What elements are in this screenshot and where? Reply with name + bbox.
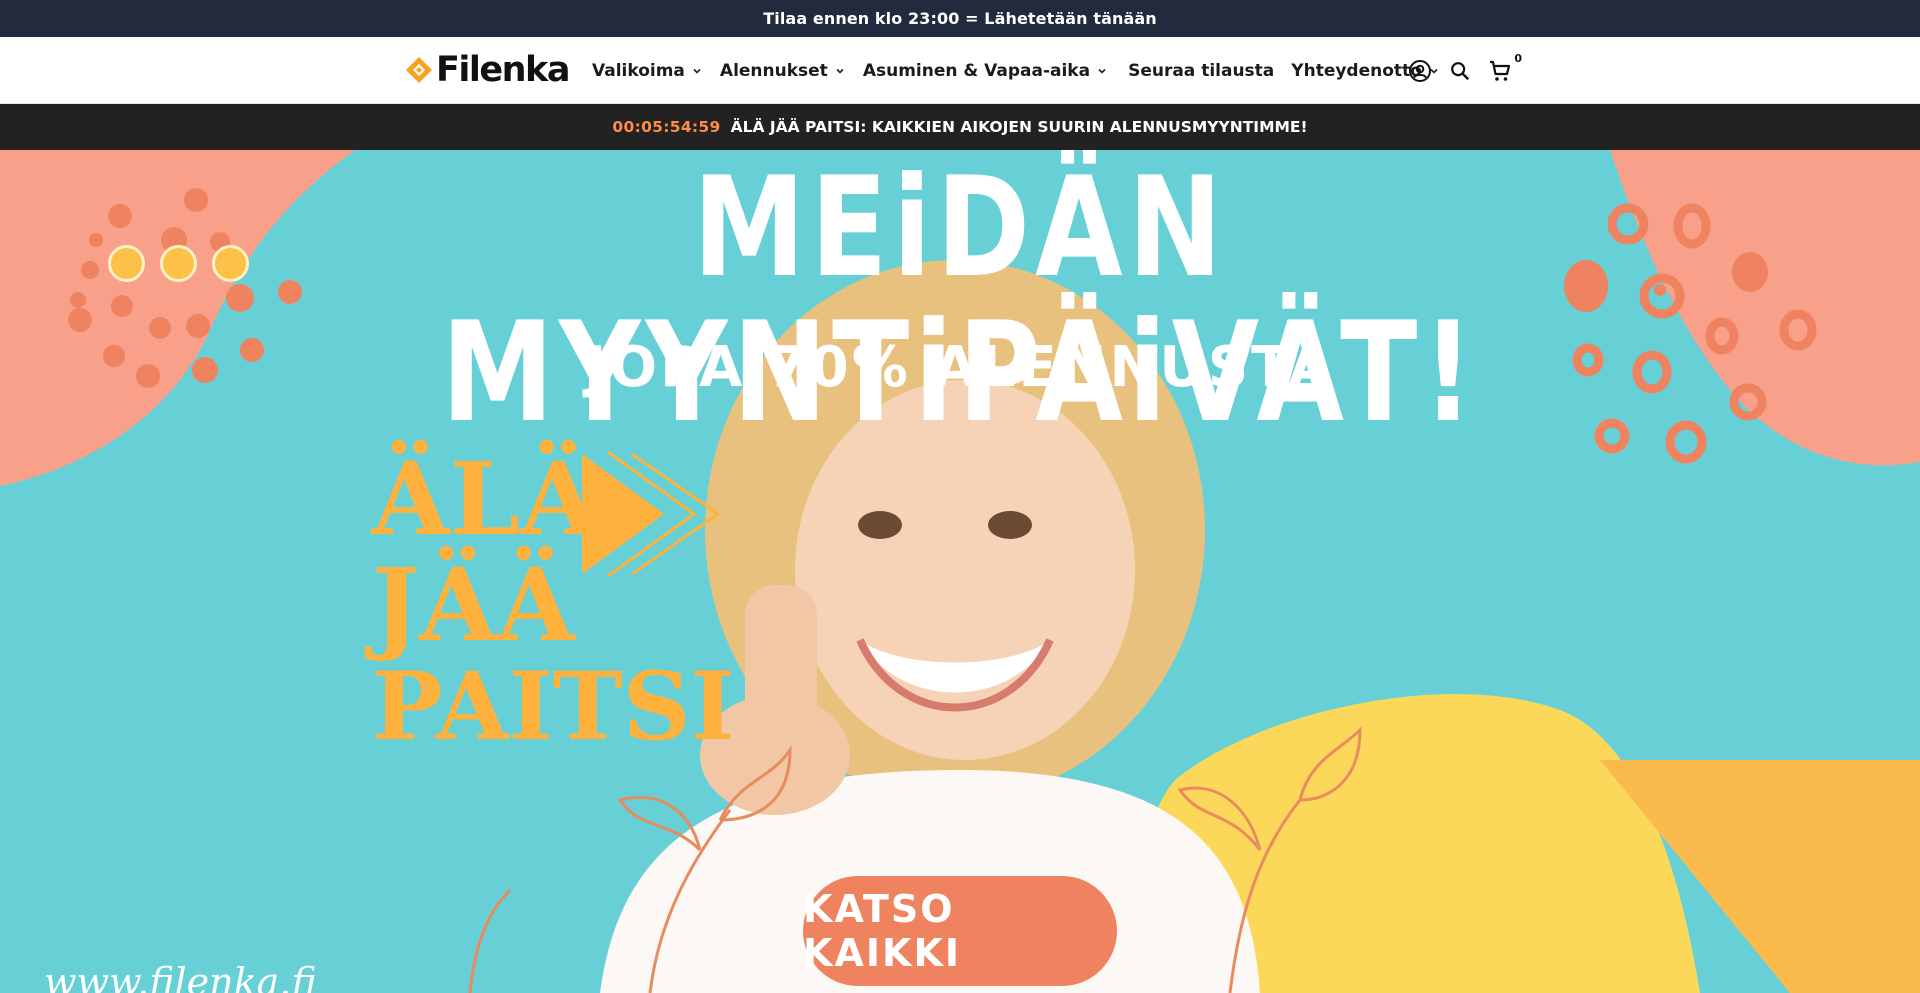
- cart-button[interactable]: 0: [1486, 52, 1522, 85]
- announcement-bar: Tilaa ennen klo 23:00 = Lähetetään tänää…: [0, 0, 1920, 37]
- view-all-button[interactable]: KATSO KAIKKI: [803, 876, 1117, 986]
- nav-label: Alennukset: [719, 60, 828, 81]
- header-tools: 0: [1406, 37, 1522, 104]
- chevron-down-icon: [836, 68, 844, 74]
- site-header: Filenka Valikoima Alennukset Asuminen & …: [0, 37, 1920, 104]
- nav-label: Yhteydenotto: [1291, 60, 1422, 81]
- nav-label: Seuraa tilausta: [1128, 60, 1275, 81]
- nav-item-alennukset[interactable]: Alennukset: [720, 61, 845, 81]
- website-url: www.filenka.fi: [44, 960, 317, 993]
- slide-dot[interactable]: [108, 245, 145, 282]
- account-icon: [1409, 59, 1431, 82]
- slogan-line: PAITSI: [372, 652, 735, 762]
- hero-title: MEiDÄN MYYNTiPÄiVÄT!: [441, 150, 1479, 453]
- promo-message: ÄLÄ JÄÄ PAITSI: KAIKKIEN AIKOJEN SUURIN …: [730, 118, 1308, 136]
- chevron-down-icon: [693, 68, 701, 74]
- site-logo[interactable]: Filenka: [404, 50, 570, 90]
- slogan-line: JÄÄ: [372, 546, 575, 664]
- main-nav: Valikoima Alennukset Asuminen & Vapaa-ai…: [592, 37, 1439, 104]
- search-icon: [1451, 61, 1470, 80]
- nav-item-asuminen-vapaa-aika[interactable]: Asuminen & Vapaa-aika: [863, 61, 1107, 81]
- slide-dot[interactable]: [160, 245, 197, 282]
- slide-dot[interactable]: [212, 245, 249, 282]
- diamond-logo-icon: [404, 55, 434, 85]
- slide-indicators: [108, 245, 249, 282]
- slogan-line: ÄLÄ: [372, 440, 598, 558]
- nav-label: Asuminen & Vapaa-aika: [862, 60, 1091, 81]
- promo-bar: 00:05:54:59 ÄLÄ JÄÄ PAITSI: KAIKKIEN AIK…: [0, 104, 1920, 150]
- search-button[interactable]: [1446, 57, 1474, 85]
- cart-count-badge: 0: [1514, 51, 1522, 65]
- account-button[interactable]: [1406, 57, 1434, 85]
- hero-banner[interactable]: MEiDÄN MYYNTiPÄiVÄT! JOPA 70% ALENNUSTA …: [0, 150, 1920, 993]
- nav-label: Valikoima: [592, 60, 685, 81]
- countdown-timer: 00:05:54:59: [612, 118, 721, 136]
- nav-item-valikoima[interactable]: Valikoima: [592, 61, 702, 81]
- hero-subtitle: JOPA 70% ALENNUSTA: [585, 335, 1335, 400]
- chevron-down-icon: [1098, 68, 1106, 74]
- hero-slogan: ÄLÄ JÄÄ PAITSI: [372, 446, 735, 758]
- nav-item-seuraa-tilausta[interactable]: Seuraa tilausta: [1128, 61, 1274, 81]
- cart-icon: [1490, 60, 1511, 81]
- logo-text: Filenka: [436, 50, 570, 90]
- announcement-text: Tilaa ennen klo 23:00 = Lähetetään tänää…: [763, 9, 1157, 28]
